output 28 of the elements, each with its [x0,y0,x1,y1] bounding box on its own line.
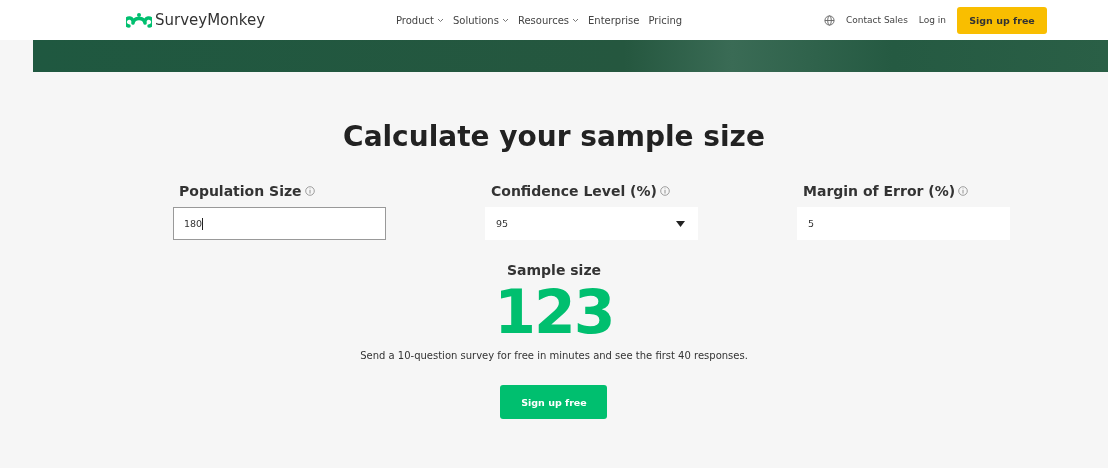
field-label: Population Size [179,183,302,199]
signup-button[interactable]: Sign up free [957,6,1047,34]
page-title: Calculate your sample size [343,120,765,153]
chevron-icon [501,18,509,23]
info-icon[interactable] [958,186,969,196]
nav-link[interactable]: Product [396,14,444,26]
nav-link[interactable]: Pricing [648,14,683,26]
globe-icon[interactable] [824,14,835,26]
nav-link[interactable]: Solutions [452,14,509,26]
chevron-icon [436,18,444,23]
result-note: Send a 10-question survey for free in minutes and see the first 40 responses. [360,350,748,361]
login-link[interactable]: Log in [918,15,946,25]
logo-icon [126,11,152,29]
input-field[interactable]: 5 [797,207,1010,240]
select-field[interactable]: 95 [485,207,698,240]
result-label: Sample size [506,262,602,278]
nav-link[interactable]: Resources [517,14,579,26]
dropdown-icon [676,220,685,227]
info-icon[interactable] [659,186,670,196]
field-label: Confidence Level (%) [491,183,657,199]
input-field[interactable]: 180 [173,207,386,240]
field-label: Margin of Error (%) [803,183,956,199]
chevron-icon [572,18,579,23]
contact-sales-link[interactable]: Contact Sales [846,15,908,25]
logo-text[interactable]: SurveyMonkey [155,11,266,29]
nav-link[interactable]: Enterprise [588,14,640,26]
sample-size-value: 123 [494,282,614,342]
info-icon[interactable] [304,186,315,196]
